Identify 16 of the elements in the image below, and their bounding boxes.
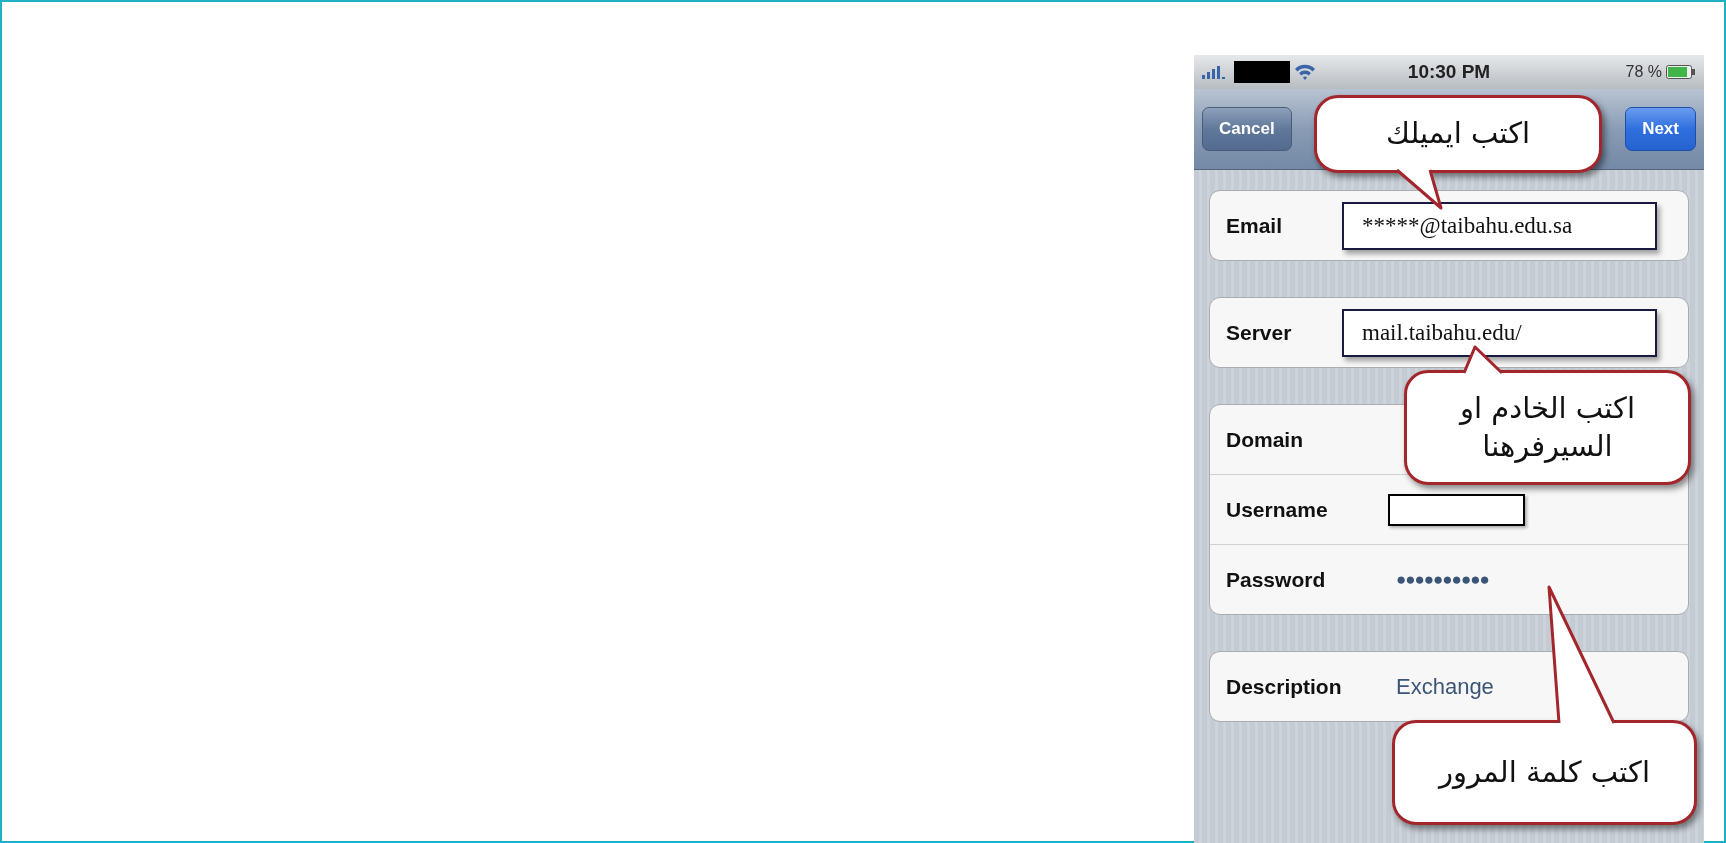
next-button[interactable]: Next [1625,107,1696,151]
wifi-icon [1294,63,1316,81]
field-label: Email [1225,213,1284,238]
battery-percentage: 78 % [1625,63,1662,81]
field-label: Server [1225,320,1293,345]
callout-bubble: اكتب الخادم او السيرفرهنا [1404,370,1691,485]
status-time: 10:30 PM [1407,61,1491,83]
cancel-button[interactable]: Cancel [1202,107,1292,151]
field-label: Domain [1225,427,1304,452]
password-dots[interactable]: ●●●●●●●●●● [1396,569,1489,590]
field-value[interactable]: Exchange [1396,673,1494,700]
battery-icon [1666,65,1696,79]
field-label: Password [1225,567,1327,592]
redaction-block [1234,61,1290,83]
field-label: Username [1225,497,1329,522]
field-label: Description [1225,674,1342,699]
